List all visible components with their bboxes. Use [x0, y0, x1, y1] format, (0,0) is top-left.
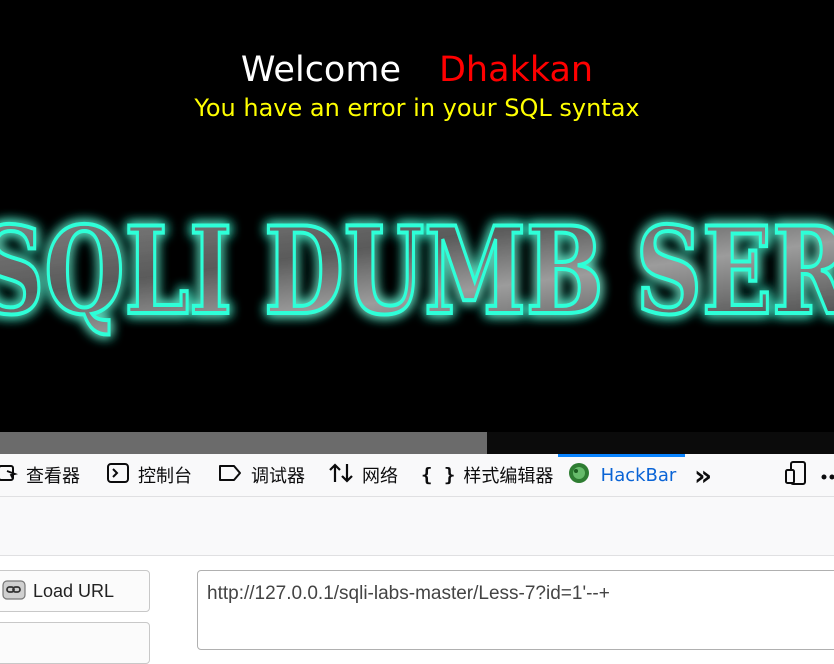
tab-label: 查看器: [26, 462, 80, 488]
console-icon: [106, 462, 130, 489]
more-dots-icon: [820, 465, 834, 486]
user-name: Dhakkan: [439, 50, 593, 90]
tab-label: 调试器: [251, 462, 305, 488]
more-options-button[interactable]: [820, 454, 834, 496]
tabs-overflow-button[interactable]: »: [694, 454, 712, 496]
responsive-mode-icon: [784, 460, 808, 491]
tab-label: 控制台: [138, 462, 192, 488]
load-url-label: Load URL: [33, 581, 114, 602]
chevron-double-right-icon: »: [694, 459, 712, 492]
style-editor-icon: { }: [421, 464, 455, 486]
tab-debugger[interactable]: 调试器: [217, 454, 305, 496]
devtools-toolbar: 查看器 控制台 调试器 网络 { } 样式编辑器 HackBar »: [0, 454, 834, 497]
tab-label: 样式编辑器: [463, 462, 553, 488]
hackbar-panel: Load URL http://127.0.0.1/sqli-labs-mast…: [0, 556, 834, 635]
horizontal-scrollbar[interactable]: [0, 432, 834, 454]
hackbar-menu-strip: [0, 497, 834, 556]
scrollbar-thumb[interactable]: [0, 432, 487, 454]
tab-hackbar[interactable]: HackBar: [558, 454, 685, 496]
tab-inspector[interactable]: 查看器: [0, 454, 80, 496]
sql-error-message: You have an error in your SQL syntax: [0, 92, 834, 124]
link-icon: [1, 576, 27, 607]
logo-text: SQLI DUMB SERIES: [0, 201, 834, 342]
tab-label: 网络: [362, 462, 398, 488]
tab-style-editor[interactable]: { } 样式编辑器: [421, 454, 553, 496]
tab-network[interactable]: 网络: [328, 454, 398, 496]
tab-console[interactable]: 控制台: [106, 454, 192, 496]
welcome-line: Welcome Dhakkan: [0, 48, 834, 92]
sqli-dumb-logo: SQLI DUMB SERIES: [0, 195, 834, 365]
debugger-icon: [217, 462, 243, 489]
welcome-text: Welcome: [241, 50, 401, 90]
inspector-icon: [0, 462, 18, 489]
page-viewport: Welcome Dhakkan You have an error in your…: [0, 0, 834, 432]
split-url-button[interactable]: [0, 622, 150, 664]
url-textarea[interactable]: http://127.0.0.1/sqli-labs-master/Less-7…: [197, 570, 834, 650]
responsive-design-button[interactable]: [784, 454, 808, 496]
network-icon: [328, 462, 354, 489]
tab-label: HackBar: [601, 465, 677, 486]
hackbar-icon: [567, 461, 591, 490]
load-url-button[interactable]: Load URL: [0, 570, 150, 612]
